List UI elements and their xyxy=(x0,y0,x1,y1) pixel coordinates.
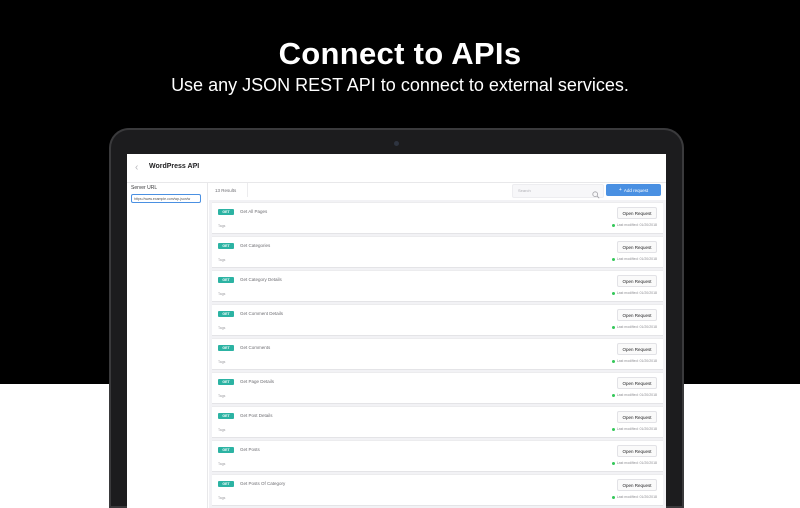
last-modified: Last modified: 01/20/2018 xyxy=(611,291,657,295)
left-panel: Server URL xyxy=(127,182,208,508)
request-list: GET Get All Pages Tags Open Request Last mod… xyxy=(209,200,666,508)
tags-label: Tags xyxy=(218,496,226,500)
method-badge: GET xyxy=(218,277,234,283)
status-dot-icon xyxy=(611,427,615,431)
last-modified-text: Last modified: 01/20/2018 xyxy=(616,257,657,261)
back-chevron-icon[interactable]: ‹ xyxy=(135,162,138,173)
last-modified-text: Last modified: 01/20/2018 xyxy=(616,325,657,329)
request-card[interactable]: GET Get Category Details Tags Open Request L… xyxy=(212,270,663,302)
request-name: Get All Pages xyxy=(240,209,268,214)
request-card[interactable]: GET Get All Pages Tags Open Request Last mod… xyxy=(212,202,663,234)
last-modified: Last modified: 01/20/2018 xyxy=(611,223,657,227)
app-window: ‹ WordPress API ✎ Server URL 13 Results … xyxy=(127,154,666,508)
request-card[interactable]: GET Get Post Details Tags Open Request Last … xyxy=(212,406,663,438)
tags-label: Tags xyxy=(218,326,226,330)
method-badge: GET xyxy=(218,243,234,249)
status-dot-icon xyxy=(611,393,615,397)
plus-icon: + xyxy=(618,187,622,193)
method-badge: GET xyxy=(218,413,234,419)
add-request-label: Add request xyxy=(623,187,649,193)
tags-label: Tags xyxy=(218,462,226,466)
request-name: Get Page Details xyxy=(240,379,275,384)
server-url-input[interactable] xyxy=(131,194,201,203)
status-dot-icon xyxy=(611,223,615,227)
open-request-button[interactable]: Open Request xyxy=(617,479,657,491)
last-modified-text: Last modified: 01/20/2018 xyxy=(616,291,657,295)
search-placeholder: Search xyxy=(518,188,531,193)
last-modified-text: Last modified: 01/20/2018 xyxy=(616,427,657,431)
edit-pencil-icon[interactable]: ✎ xyxy=(191,162,197,170)
last-modified: Last modified: 01/20/2018 xyxy=(611,257,657,261)
last-modified: Last modified: 01/20/2018 xyxy=(611,393,657,397)
request-name: Get Comment Details xyxy=(240,311,284,316)
status-dot-icon xyxy=(611,325,615,329)
status-dot-icon xyxy=(611,359,615,363)
open-request-button[interactable]: Open Request xyxy=(617,207,657,219)
open-request-button[interactable]: Open Request xyxy=(617,445,657,457)
status-dot-icon xyxy=(611,257,615,261)
results-count: 13 Results xyxy=(215,188,237,193)
last-modified: Last modified: 01/20/2018 xyxy=(611,495,657,499)
request-card[interactable]: GET Get Posts Tags Open Request Last modifie… xyxy=(212,440,663,472)
request-card[interactable]: GET Get Page Details Tags Open Request Last … xyxy=(212,372,663,404)
search-input[interactable]: Search xyxy=(512,184,604,199)
last-modified-text: Last modified: 01/20/2018 xyxy=(616,393,657,397)
server-url-label: Server URL xyxy=(131,185,158,191)
request-card[interactable]: GET Get Categories Tags Open Request Last mo… xyxy=(212,236,663,268)
last-modified: Last modified: 01/20/2018 xyxy=(611,359,657,363)
open-request-button[interactable]: Open Request xyxy=(617,377,657,389)
tags-label: Tags xyxy=(218,292,226,296)
last-modified: Last modified: 01/20/2018 xyxy=(611,325,657,329)
tags-label: Tags xyxy=(218,394,226,398)
request-card[interactable]: GET Get Comments Tags Open Request Last modi… xyxy=(212,338,663,370)
open-request-button[interactable]: Open Request xyxy=(617,241,657,253)
method-badge: GET xyxy=(218,345,234,351)
last-modified: Last modified: 01/20/2018 xyxy=(611,461,657,465)
open-request-button[interactable]: Open Request xyxy=(617,343,657,355)
add-request-button[interactable]: + Add request xyxy=(606,184,661,196)
last-modified-text: Last modified: 01/20/2018 xyxy=(616,495,657,499)
tags-label: Tags xyxy=(218,428,226,432)
tags-label: Tags xyxy=(218,360,226,364)
status-dot-icon xyxy=(611,495,615,499)
app-header: ‹ WordPress API ✎ xyxy=(127,154,666,183)
method-badge: GET xyxy=(218,209,234,215)
tags-label: Tags xyxy=(218,258,226,262)
open-request-button[interactable]: Open Request xyxy=(617,275,657,287)
laptop-frame: ‹ WordPress API ✎ Server URL 13 Results … xyxy=(109,128,684,508)
request-name: Get Categories xyxy=(240,243,271,248)
hero-subtitle: Use any JSON REST API to connect to exte… xyxy=(171,75,629,95)
request-name: Get Posts Of Category xyxy=(240,481,286,486)
request-card[interactable]: GET Get Comment Details Tags Open Request La… xyxy=(212,304,663,336)
status-dot-icon xyxy=(611,291,615,295)
last-modified: Last modified: 01/20/2018 xyxy=(611,427,657,431)
last-modified-text: Last modified: 01/20/2018 xyxy=(616,223,657,227)
open-request-button[interactable]: Open Request xyxy=(617,309,657,321)
request-name: Get Posts xyxy=(240,447,260,452)
method-badge: GET xyxy=(218,311,234,317)
method-badge: GET xyxy=(218,447,234,453)
last-modified-text: Last modified: 01/20/2018 xyxy=(616,461,657,465)
request-name: Get Category Details xyxy=(240,277,282,282)
request-name: Get Comments xyxy=(240,345,271,350)
camera-icon xyxy=(394,141,399,146)
tags-label: Tags xyxy=(218,224,226,228)
request-name: Get Post Details xyxy=(240,413,273,418)
hero-title: Connect to APIs xyxy=(278,36,522,71)
toolbar-divider xyxy=(247,183,248,197)
last-modified-text: Last modified: 01/20/2018 xyxy=(616,359,657,363)
open-request-button[interactable]: Open Request xyxy=(617,411,657,423)
method-badge: GET xyxy=(218,481,234,487)
status-dot-icon xyxy=(611,461,615,465)
method-badge: GET xyxy=(218,379,234,385)
request-card[interactable]: GET Get Posts Of Category Tags Open Request… xyxy=(212,474,663,506)
